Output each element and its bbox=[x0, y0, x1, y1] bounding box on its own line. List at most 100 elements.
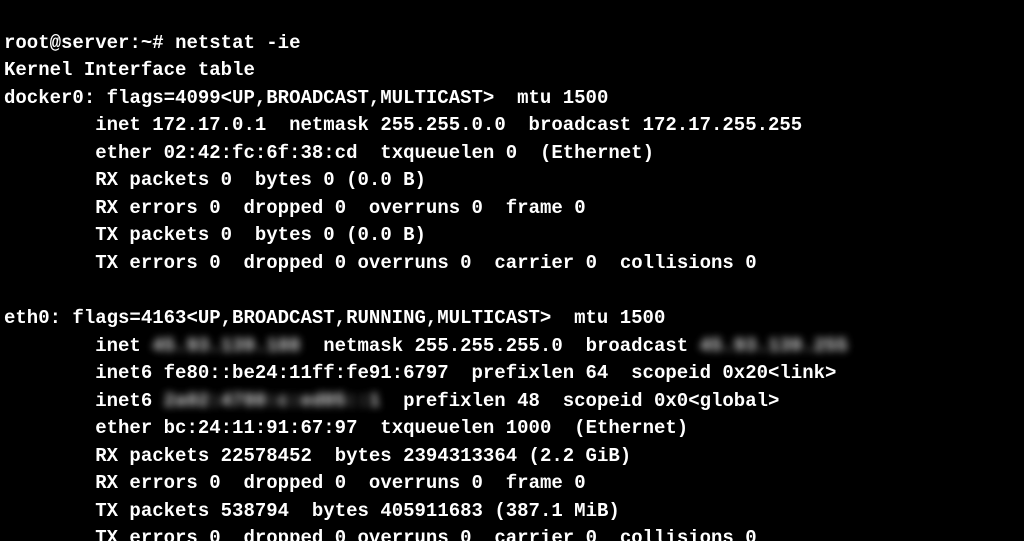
label-frame: frame bbox=[506, 197, 563, 219]
label-frame: frame bbox=[506, 472, 563, 494]
label-rx-errors: RX errors bbox=[95, 472, 198, 494]
value-broadcast: 172.17.255.255 bbox=[643, 114, 803, 136]
terminal-output[interactable]: root@server:~# netstat -ie Kernel Interf… bbox=[0, 0, 1024, 541]
label-inet: inet bbox=[95, 114, 141, 136]
value-tx-overruns: 0 bbox=[460, 252, 471, 274]
prompt-user: root bbox=[4, 32, 50, 54]
label-tx-errors: TX errors bbox=[95, 252, 198, 274]
value-tx-carrier: 0 bbox=[586, 527, 597, 541]
label-ether: ether bbox=[95, 417, 152, 439]
value-tx-errors: 0 bbox=[209, 252, 220, 274]
iface-docker0-ether: ether 02:42:fc:6f:38:cd txqueuelen 0 (Et… bbox=[4, 142, 654, 164]
label-inet6: inet6 bbox=[95, 362, 152, 384]
value-rx-dropped: 0 bbox=[335, 197, 346, 219]
iface-docker0-header: docker0: flags=4099<UP,BROADCAST,MULTICA… bbox=[4, 87, 608, 109]
label-tx-packets: TX packets bbox=[95, 224, 209, 246]
value-tx-bytes-human: 387.1 MiB bbox=[506, 500, 609, 522]
command-text: netstat -ie bbox=[175, 32, 300, 54]
label-overruns: overruns bbox=[358, 527, 449, 541]
prompt-host: server bbox=[61, 32, 129, 54]
label-bytes: bytes bbox=[312, 500, 369, 522]
value-tx-dropped: 0 bbox=[335, 252, 346, 274]
iface-eth0-inet6-global: inet6 2a02:4780:c:ed05::1 prefixlen 48 s… bbox=[4, 390, 779, 412]
label-netmask: netmask bbox=[289, 114, 369, 136]
value-prefixlen: 64 bbox=[586, 362, 609, 384]
label-txqueuelen: txqueuelen bbox=[380, 417, 494, 439]
label-overruns: overruns bbox=[369, 472, 460, 494]
label-broadcast: broadcast bbox=[529, 114, 632, 136]
iface-name: eth0 bbox=[4, 307, 50, 329]
value-rx-bytes-human: 0.0 B bbox=[358, 169, 415, 191]
label-netmask: netmask bbox=[323, 335, 403, 357]
value-tx-carrier: 0 bbox=[586, 252, 597, 274]
iface-docker0-rx-errors: RX errors 0 dropped 0 overruns 0 frame 0 bbox=[4, 197, 586, 219]
value-iftype: Ethernet bbox=[551, 142, 642, 164]
value-scopeid: 0x20<link> bbox=[722, 362, 836, 384]
value-rx-errors: 0 bbox=[209, 197, 220, 219]
value-inet6-link: fe80::be24:11ff:fe91:6797 bbox=[164, 362, 449, 384]
iface-docker0-tx-packets: TX packets 0 bytes 0 (0.0 B) bbox=[4, 224, 426, 246]
value-tx-collisions: 0 bbox=[745, 252, 756, 274]
label-rx-errors: RX errors bbox=[95, 197, 198, 219]
value-txqueuelen: 0 bbox=[506, 142, 517, 164]
iface-eth0-tx-errors: TX errors 0 dropped 0 overruns 0 carrier… bbox=[4, 527, 757, 541]
value-inet6-global-redacted: 2a02:4780:c:ed05::1 bbox=[164, 390, 381, 412]
value-tx-packets: 0 bbox=[221, 224, 232, 246]
iface-docker0-tx-errors: TX errors 0 dropped 0 overruns 0 carrier… bbox=[4, 252, 757, 274]
label-dropped: dropped bbox=[243, 472, 323, 494]
value-rx-overruns: 0 bbox=[472, 197, 483, 219]
iface-flags: flags=4163<UP,BROADCAST,RUNNING,MULTICAS… bbox=[72, 307, 551, 329]
value-tx-dropped: 0 bbox=[335, 527, 346, 541]
value-mac: bc:24:11:91:67:97 bbox=[164, 417, 358, 439]
value-tx-errors: 0 bbox=[209, 527, 220, 541]
label-prefixlen: prefixlen bbox=[403, 390, 506, 412]
label-rx-packets: RX packets bbox=[95, 445, 209, 467]
value-rx-errors: 0 bbox=[209, 472, 220, 494]
label-carrier: carrier bbox=[494, 527, 574, 541]
label-collisions: collisions bbox=[620, 252, 734, 274]
value-tx-packets: 538794 bbox=[221, 500, 289, 522]
label-bytes: bytes bbox=[255, 169, 312, 191]
label-dropped: dropped bbox=[243, 252, 323, 274]
value-rx-bytes: 2394313364 bbox=[403, 445, 517, 467]
value-broadcast-redacted: 45.93.139.255 bbox=[700, 335, 848, 357]
iface-docker0-inet: inet 172.17.0.1 netmask 255.255.0.0 broa… bbox=[4, 114, 802, 136]
iface-mtu: mtu 1500 bbox=[574, 307, 665, 329]
iface-eth0-inet: inet 45.93.139.188 netmask 255.255.255.0… bbox=[4, 335, 848, 357]
label-collisions: collisions bbox=[620, 527, 734, 541]
label-scopeid: scopeid bbox=[631, 362, 711, 384]
prompt-symbol: # bbox=[152, 32, 163, 54]
label-ether: ether bbox=[95, 142, 152, 164]
value-rx-packets: 0 bbox=[221, 169, 232, 191]
label-bytes: bytes bbox=[255, 224, 312, 246]
label-overruns: overruns bbox=[358, 252, 449, 274]
value-iftype: Ethernet bbox=[586, 417, 677, 439]
iface-eth0-header: eth0: flags=4163<UP,BROADCAST,RUNNING,MU… bbox=[4, 307, 665, 329]
value-tx-bytes-human: 0.0 B bbox=[358, 224, 415, 246]
value-inet-addr: 172.17.0.1 bbox=[152, 114, 266, 136]
value-rx-frame: 0 bbox=[574, 197, 585, 219]
iface-name: docker0 bbox=[4, 87, 84, 109]
value-rx-packets: 22578452 bbox=[221, 445, 312, 467]
value-rx-bytes: 0 bbox=[323, 169, 334, 191]
value-rx-bytes-human: 2.2 GiB bbox=[540, 445, 620, 467]
value-tx-bytes: 0 bbox=[323, 224, 334, 246]
iface-eth0-rx-errors: RX errors 0 dropped 0 overruns 0 frame 0 bbox=[4, 472, 586, 494]
value-inet-addr-redacted: 45.93.139.188 bbox=[152, 335, 300, 357]
label-broadcast: broadcast bbox=[586, 335, 689, 357]
kernel-header: Kernel Interface table bbox=[4, 59, 255, 81]
value-netmask: 255.255.0.0 bbox=[380, 114, 505, 136]
label-dropped: dropped bbox=[243, 197, 323, 219]
label-dropped: dropped bbox=[243, 527, 323, 541]
label-inet6: inet6 bbox=[95, 390, 152, 412]
iface-docker0-rx-packets: RX packets 0 bytes 0 (0.0 B) bbox=[4, 169, 426, 191]
iface-eth0-inet6-link: inet6 fe80::be24:11ff:fe91:6797 prefixle… bbox=[4, 362, 836, 384]
value-prefixlen: 48 bbox=[517, 390, 540, 412]
value-tx-overruns: 0 bbox=[460, 527, 471, 541]
label-prefixlen: prefixlen bbox=[472, 362, 575, 384]
prompt-path: ~ bbox=[141, 32, 152, 54]
iface-eth0-rx-packets: RX packets 22578452 bytes 2394313364 (2.… bbox=[4, 445, 631, 467]
iface-flags: flags=4099<UP,BROADCAST,MULTICAST> bbox=[107, 87, 495, 109]
label-scopeid: scopeid bbox=[563, 390, 643, 412]
value-rx-frame: 0 bbox=[574, 472, 585, 494]
